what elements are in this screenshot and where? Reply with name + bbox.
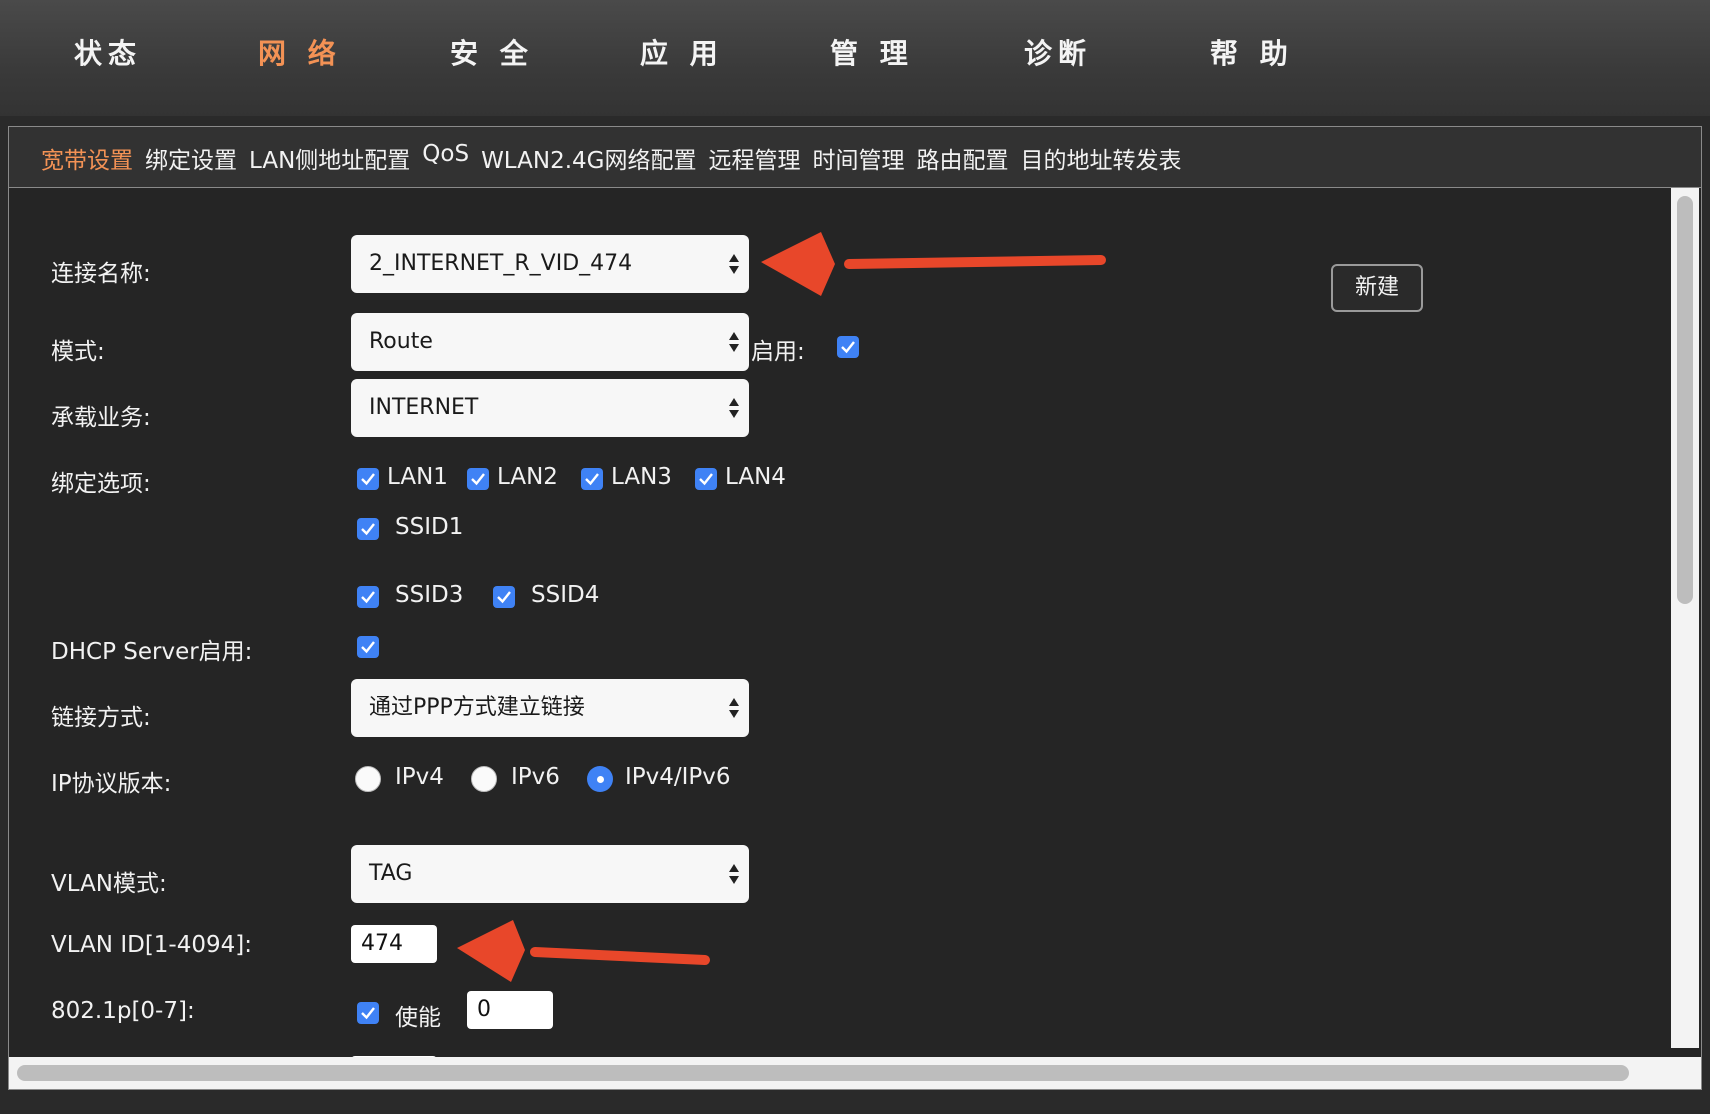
ipv4-ipv6-radio[interactable] <box>587 766 613 792</box>
checkmark-icon <box>361 473 375 486</box>
link-mode-label: 链接方式: <box>51 705 151 731</box>
subnav-binding-settings[interactable]: 绑定设置 <box>145 141 237 175</box>
ipv4-ipv6-label: IPv4/IPv6 <box>625 764 731 790</box>
nav-application[interactable]: 应 用 <box>640 32 724 72</box>
select-arrows-icon <box>729 398 739 418</box>
dot1p-label: 802.1p[0-7]: <box>51 998 195 1024</box>
connection-name-value: 2_INTERNET_R_VID_474 <box>369 251 633 276</box>
nav-status[interactable]: 状态 <box>74 32 142 72</box>
lan3-checkbox[interactable] <box>581 468 603 490</box>
nav-security[interactable]: 安 全 <box>450 32 534 72</box>
subnav-time-management[interactable]: 时间管理 <box>813 141 905 175</box>
dot1p-enable-checkbox[interactable] <box>357 1002 379 1024</box>
sub-navigation: 宽带设置 绑定设置 LAN侧地址配置 QoS WLAN2.4G网络配置 远程管理… <box>41 141 1182 175</box>
checkmark-icon <box>699 473 713 486</box>
vlan-id-label: VLAN ID[1-4094]: <box>51 932 252 958</box>
nav-diagnostics[interactable]: 诊断 <box>1024 32 1092 72</box>
select-arrows-icon <box>729 332 739 352</box>
service-value: INTERNET <box>369 395 479 420</box>
ipv6-label: IPv6 <box>511 764 560 790</box>
ssid4-label: SSID4 <box>531 582 600 608</box>
subnav-lan-address[interactable]: LAN侧地址配置 <box>249 141 410 175</box>
checkmark-icon <box>497 591 511 604</box>
lan4-label: LAN4 <box>725 464 786 490</box>
ssid1-label: SSID1 <box>395 514 464 540</box>
service-select[interactable]: INTERNET <box>351 379 749 437</box>
enable-checkbox[interactable] <box>837 336 859 358</box>
dot1p-value-input[interactable]: 0 <box>467 991 553 1029</box>
nav-help[interactable]: 帮 助 <box>1210 32 1294 72</box>
binding-label: 绑定选项: <box>51 471 151 497</box>
new-connection-button[interactable]: 新建 <box>1331 264 1423 312</box>
annotation-arrow-icon <box>457 920 710 982</box>
dot1p-enable-label: 使能 <box>395 1005 441 1031</box>
vlan-mode-select[interactable]: TAG <box>351 845 749 903</box>
lan2-checkbox[interactable] <box>467 468 489 490</box>
enable-label: 启用: <box>751 339 805 365</box>
select-arrows-icon <box>729 698 739 718</box>
vertical-scrollbar-thumb[interactable] <box>1677 196 1693 604</box>
link-mode-select[interactable]: 通过PPP方式建立链接 <box>351 679 749 737</box>
checkmark-icon <box>361 523 375 536</box>
dhcp-server-checkbox[interactable] <box>357 636 379 658</box>
ipv4-radio[interactable] <box>355 766 381 792</box>
service-label: 承载业务: <box>51 405 151 431</box>
ssid3-label: SSID3 <box>395 582 464 608</box>
lan2-label: LAN2 <box>497 464 558 490</box>
dhcp-server-label: DHCP Server启用: <box>51 639 253 665</box>
lan1-label: LAN1 <box>387 464 448 490</box>
checkmark-icon <box>361 641 375 654</box>
lan1-checkbox[interactable] <box>357 468 379 490</box>
link-mode-value: 通过PPP方式建立链接 <box>369 695 585 720</box>
checkmark-icon <box>361 591 375 604</box>
mode-label: 模式: <box>51 339 105 365</box>
connection-name-select[interactable]: 2_INTERNET_R_VID_474 <box>351 235 749 293</box>
ipv6-radio[interactable] <box>471 766 497 792</box>
lan3-label: LAN3 <box>611 464 672 490</box>
annotation-arrow-icon <box>761 232 1106 296</box>
subnav-routing[interactable]: 路由配置 <box>917 141 1009 175</box>
subnav-remote-management[interactable]: 远程管理 <box>709 141 801 175</box>
subnav-broadband-settings[interactable]: 宽带设置 <box>41 141 133 175</box>
ssid4-checkbox[interactable] <box>493 586 515 608</box>
nav-management[interactable]: 管 理 <box>830 32 914 72</box>
lan4-checkbox[interactable] <box>695 468 717 490</box>
connection-name-label: 连接名称: <box>51 261 151 287</box>
checkmark-icon <box>841 341 855 354</box>
vlan-id-input[interactable]: 474 <box>351 925 437 963</box>
subnav-wlan-24g[interactable]: WLAN2.4G网络配置 <box>481 141 696 175</box>
checkmark-icon <box>361 1007 375 1020</box>
ssid1-checkbox[interactable] <box>357 518 379 540</box>
ipv4-label: IPv4 <box>395 764 444 790</box>
broadband-settings-panel: 连接名称: 2_INTERNET_R_VID_474 新建 模式: Route … <box>8 188 1702 1090</box>
ip-version-label: IP协议版本: <box>51 771 172 797</box>
vlan-mode-label: VLAN模式: <box>51 871 167 897</box>
ssid3-checkbox[interactable] <box>357 586 379 608</box>
top-navigation: 状态 网 络 安 全 应 用 管 理 诊断 帮 助 <box>0 0 1710 116</box>
nav-network[interactable]: 网 络 <box>258 32 342 72</box>
checkmark-icon <box>585 473 599 486</box>
select-arrows-icon <box>729 864 739 884</box>
subnav-destination-forwarding[interactable]: 目的地址转发表 <box>1021 141 1182 175</box>
sub-navigation-bar: 宽带设置 绑定设置 LAN侧地址配置 QoS WLAN2.4G网络配置 远程管理… <box>8 126 1702 188</box>
select-arrows-icon <box>729 254 739 274</box>
horizontal-scrollbar-thumb[interactable] <box>17 1065 1629 1081</box>
vlan-mode-value: TAG <box>369 861 413 886</box>
mode-select[interactable]: Route <box>351 313 749 371</box>
checkmark-icon <box>471 473 485 486</box>
mode-value: Route <box>369 329 433 354</box>
subnav-qos[interactable]: QoS <box>422 141 469 175</box>
